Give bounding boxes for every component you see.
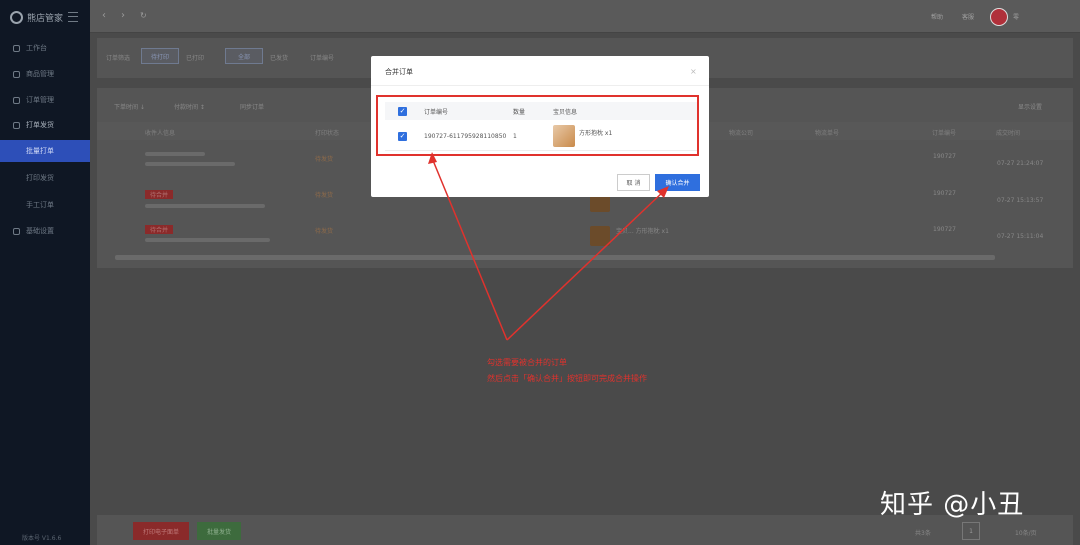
annotation-line-2: 然后点击「确认合并」按钮即可完成合并操作 [487,374,647,383]
watermark: 知乎 @小丑 [880,490,1025,520]
annotation-line-1: 勾选需要被合并的订单 [487,358,567,367]
annotation-arrows [428,152,669,341]
